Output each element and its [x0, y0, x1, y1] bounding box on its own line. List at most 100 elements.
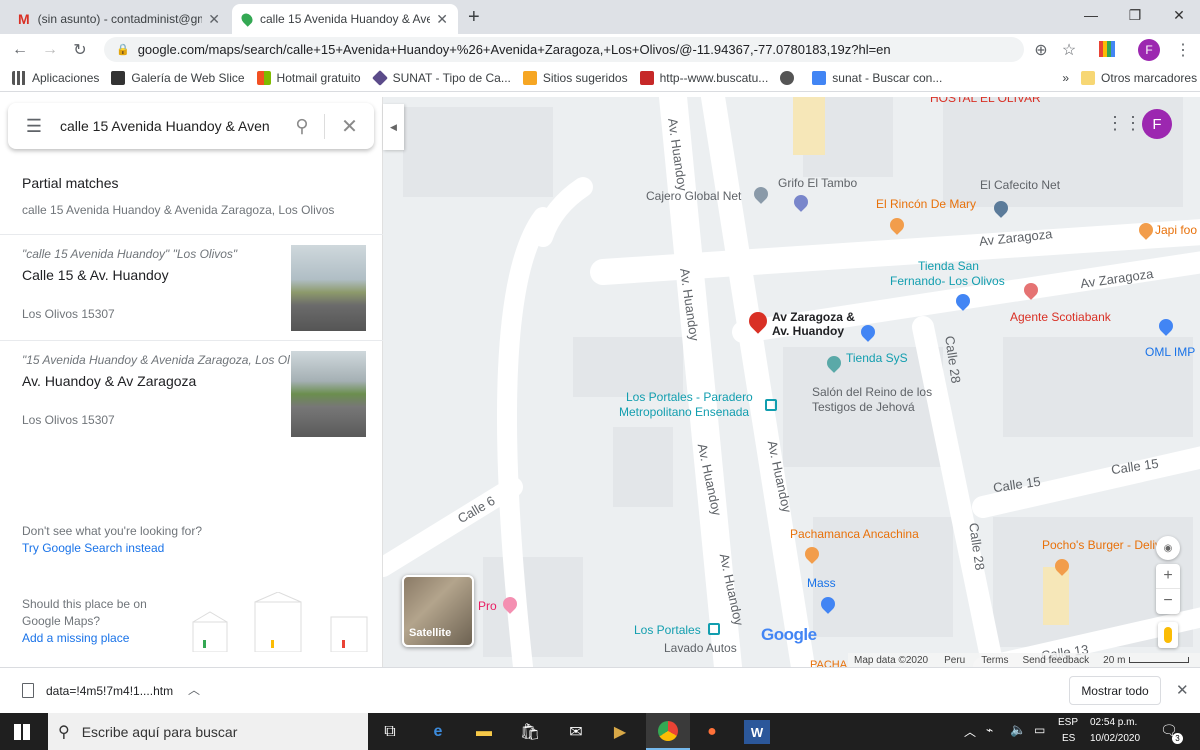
media-player-icon[interactable]: ▶ [608, 720, 632, 744]
map-label-cajero[interactable]: Cajero Global Net [646, 189, 741, 203]
map-label-oml[interactable]: OML IMP [1145, 345, 1195, 359]
bookmark-apps[interactable]: Aplicaciones [12, 70, 99, 85]
transit-icon[interactable] [765, 399, 777, 411]
search-input[interactable]: calle 15 Avenida Huandoy & Aven [60, 118, 280, 134]
close-window-button[interactable]: ✕ [1156, 0, 1200, 30]
result-item[interactable]: "15 Avenida Huandoy & Avenida Zaragoza, … [0, 341, 383, 446]
account-avatar[interactable]: F [1142, 109, 1172, 139]
map-label-portales[interactable]: Metropolitano Ensenada [619, 405, 749, 419]
language-top[interactable]: ESP [1058, 717, 1078, 728]
map-label-cafecito[interactable]: El Cafecito Net [980, 178, 1060, 192]
bookmark-webslice[interactable]: Galería de Web Slice [111, 70, 245, 85]
map-label-grifo[interactable]: Grifo El Tambo [778, 176, 857, 190]
clock-time[interactable]: 02:54 p.m. [1090, 717, 1137, 728]
bookmark-hotmail[interactable]: Hotmail gratuito [256, 70, 361, 85]
network-icon[interactable]: ⌁ [986, 723, 993, 737]
chevron-up-icon[interactable]: ︿ [188, 681, 200, 698]
bookmark-buscatu[interactable]: http--www.buscatu... [639, 70, 768, 85]
map-label-scotiabank[interactable]: Agente Scotiabank [1010, 310, 1111, 324]
forward-button[interactable]: → [39, 39, 61, 61]
bookmark-globe[interactable] [780, 70, 800, 85]
other-bookmarks[interactable]: Otros marcadores [1081, 70, 1197, 85]
map-canvas[interactable]: HOSTAL EL OLIVAR Av. Huandoy Cajero Glob… [383, 97, 1200, 667]
map-label-rincon[interactable]: El Rincón De Mary [876, 197, 976, 211]
result-address: Los Olivos 15307 [22, 413, 115, 427]
clock-date[interactable]: 10/02/2020 [1090, 733, 1140, 744]
map-label-hostal[interactable]: HOSTAL EL OLIVAR [930, 97, 1041, 105]
chrome-taskbar-item[interactable] [646, 713, 690, 750]
map-label-portales[interactable]: Los Portales - Paradero [626, 390, 753, 404]
download-filename[interactable]: data=!4m5!7m4!1....htm [46, 684, 173, 698]
send-feedback-link[interactable]: Send feedback [1022, 655, 1089, 666]
firefox-icon[interactable]: ● [700, 720, 724, 744]
bookmark-sunat[interactable]: SUNAT - Tipo de Ca... [371, 69, 511, 86]
map-label-tienda-san[interactable]: Tienda San [918, 259, 979, 273]
close-tab-icon[interactable]: ✕ [208, 11, 220, 28]
country-link[interactable]: Peru [944, 655, 965, 666]
pegman-icon[interactable] [1158, 622, 1178, 648]
maximize-button[interactable]: ❐ [1112, 0, 1158, 30]
satellite-toggle[interactable]: Satellite [402, 575, 474, 647]
gmail-icon: M [18, 11, 30, 27]
scale-label[interactable]: 20 m [1103, 655, 1125, 666]
try-google-search-link[interactable]: Try Google Search instead [22, 541, 164, 555]
mail-icon[interactable]: ✉ [564, 720, 588, 744]
result-item[interactable]: "calle 15 Avenida Huandoy" "Los Olivos" … [0, 235, 383, 340]
menu-icon[interactable]: ⋮ [1172, 39, 1194, 61]
show-all-button[interactable]: Mostrar todo [1069, 676, 1161, 705]
result-photo[interactable] [291, 245, 366, 331]
zoom-out-button[interactable]: − [1156, 589, 1180, 613]
store-icon[interactable]: 🛍 [518, 720, 542, 744]
map-label-salon[interactable]: Salón del Reino de los [812, 385, 932, 399]
map-label-pro[interactable]: Pro [478, 599, 497, 613]
collapse-panel-button[interactable]: ◀ [383, 104, 404, 150]
search-box[interactable]: ☰ calle 15 Avenida Huandoy & Aven ⚲ ✕ [8, 103, 374, 149]
tab-maps[interactable]: calle 15 Avenida Huandoy & Ave ✕ [232, 4, 458, 34]
bookmark-sunat-search[interactable]: sunat - Buscar con... [812, 70, 942, 85]
word-icon[interactable]: W [744, 720, 770, 744]
tab-gmail[interactable]: M (sin asunto) - contadminist@gm ✕ [8, 4, 230, 34]
back-button[interactable]: ← [9, 39, 31, 61]
my-location-icon[interactable]: ◉ [1156, 536, 1180, 560]
map-label-salon[interactable]: Testigos de Jehová [812, 400, 915, 414]
map-label-pacha[interactable]: PACHA [810, 659, 847, 667]
more-bookmarks-button[interactable]: » [1062, 71, 1069, 85]
profile-avatar[interactable]: F [1138, 39, 1160, 61]
close-tab-icon[interactable]: ✕ [436, 11, 448, 28]
extension-icon[interactable] [1099, 41, 1115, 57]
edge-icon[interactable]: e [426, 720, 450, 744]
clear-search-icon[interactable]: ✕ [324, 113, 374, 139]
taskbar-search[interactable]: ⚲ Escribe aquí para buscar [48, 713, 368, 750]
map-label-mass[interactable]: Mass [807, 576, 836, 590]
map-label-pachamanca[interactable]: Pachamanca Ancachina [790, 527, 919, 541]
bookmark-suggested[interactable]: Sitios sugeridos [522, 70, 628, 85]
close-download-bar-icon[interactable]: ✕ [1176, 681, 1189, 699]
display-icon[interactable]: ▭ [1034, 723, 1045, 737]
map-label-tienda-sys[interactable]: Tienda SyS [846, 351, 908, 365]
minimize-button[interactable]: — [1068, 0, 1114, 30]
map-label-japi[interactable]: Japi foo [1155, 223, 1197, 237]
add-missing-place-link[interactable]: Add a missing place [22, 631, 129, 645]
reload-button[interactable]: ↻ [69, 39, 91, 61]
new-tab-button[interactable]: + [468, 6, 480, 29]
url-input[interactable]: 🔒 google.com/maps/search/calle+15+Avenid… [104, 37, 1024, 62]
result-photo[interactable] [291, 351, 366, 437]
map-label-tienda-san[interactable]: Fernando- Los Olivos [890, 274, 1005, 288]
tray-chevron-up-icon[interactable]: ︿ [964, 723, 976, 740]
volume-icon[interactable]: 🔈 [1010, 722, 1026, 738]
add-icon[interactable]: ⊕ [1030, 39, 1052, 61]
file-explorer-icon[interactable]: ▬ [472, 720, 496, 744]
terms-link[interactable]: Terms [981, 655, 1008, 666]
search-icon[interactable]: ⚲ [280, 116, 324, 137]
windows-start-icon[interactable] [14, 724, 30, 740]
task-view-icon[interactable]: ⧉ [378, 720, 402, 744]
map-label-selected[interactable]: Av. Huandoy [772, 324, 844, 338]
hamburger-menu-icon[interactable]: ☰ [8, 116, 60, 137]
map-label-lavado[interactable]: Lavado Autos [664, 641, 737, 655]
map-label-portales[interactable]: Los Portales [634, 623, 701, 637]
map-label-selected[interactable]: Av Zaragoza & [772, 310, 855, 324]
language-bottom[interactable]: ES [1062, 733, 1075, 744]
transit-icon[interactable] [708, 623, 720, 635]
zoom-in-button[interactable]: + [1156, 564, 1180, 589]
star-icon[interactable]: ☆ [1058, 39, 1080, 61]
